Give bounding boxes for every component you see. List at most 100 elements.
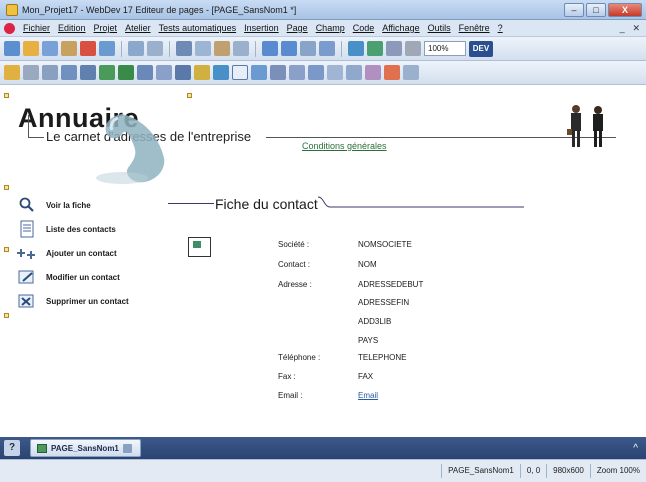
controls-toolbar	[0, 61, 646, 85]
tab-close-icon[interactable]	[122, 443, 132, 453]
close-button[interactable]: X	[608, 2, 642, 17]
selection-handle[interactable]	[4, 247, 9, 252]
static-text-icon[interactable]	[23, 65, 39, 80]
maximize-button[interactable]: □	[586, 2, 606, 17]
run-test-icon[interactable]	[348, 41, 364, 56]
menu-code[interactable]: Code	[349, 23, 379, 33]
collapse-arrow-icon[interactable]: ^	[633, 443, 638, 454]
save-icon[interactable]	[42, 41, 58, 56]
help-button[interactable]: ?	[4, 440, 20, 456]
delete-contact-icon	[16, 292, 38, 310]
document-menu-icon[interactable]	[4, 22, 15, 34]
rating-icon[interactable]	[194, 65, 210, 80]
field-value-telephone[interactable]: TELEPHONE	[358, 353, 406, 362]
copy-icon[interactable]	[195, 41, 211, 56]
special-control-icon[interactable]	[384, 65, 400, 80]
web-go-icon[interactable]	[367, 41, 383, 56]
find-icon[interactable]	[319, 41, 335, 56]
selection-handle[interactable]	[187, 93, 192, 98]
contact-photo-image[interactable]	[188, 237, 211, 257]
menu-champ[interactable]: Champ	[312, 23, 349, 33]
nav-label: Voir la fiche	[46, 200, 91, 210]
input-control-icon[interactable]	[42, 65, 58, 80]
page-editor-canvas[interactable]: Annuaire Le carnet d'adresses de l'entre…	[0, 85, 646, 437]
radio-control-icon[interactable]	[232, 65, 248, 80]
image-map-icon[interactable]	[118, 65, 134, 80]
menu-fichier[interactable]: Fichier	[19, 23, 54, 33]
mdi-minimize-button[interactable]: _	[620, 23, 625, 34]
field-value-add3lib[interactable]: ADD3LIB	[358, 317, 391, 326]
tab-control-icon[interactable]	[327, 65, 343, 80]
mdi-close-button[interactable]: ✕	[631, 23, 640, 34]
redo-icon[interactable]	[281, 41, 297, 56]
field-value-adresse-debut[interactable]: ADRESSEDEBUT	[358, 280, 423, 289]
nav-supprimer-un-contact[interactable]: Supprimer un contact	[16, 291, 156, 311]
checkbox-control-icon[interactable]	[251, 65, 267, 80]
print-icon[interactable]	[128, 41, 144, 56]
menu-insertion[interactable]: Insertion	[240, 23, 283, 33]
webdev-app-icon	[6, 3, 18, 16]
combo-control-icon[interactable]	[156, 65, 172, 80]
menu-projet[interactable]: Projet	[90, 23, 122, 33]
format-painter-icon[interactable]	[233, 41, 249, 56]
selection-handle[interactable]	[4, 93, 9, 98]
page-tab[interactable]: PAGE_SansNom1	[30, 439, 141, 457]
toolbar-separator	[121, 40, 122, 57]
field-label-contact: Contact :	[278, 260, 311, 269]
status-zoom[interactable]: Zoom 100%	[589, 464, 646, 478]
image-control-icon[interactable]	[99, 65, 115, 80]
field-value-societe[interactable]: NOMSOCIETE	[358, 240, 412, 249]
minimize-button[interactable]: –	[564, 2, 584, 17]
field-value-adresse-fin[interactable]: ADRESSEFIN	[358, 298, 409, 307]
new-icon[interactable]	[4, 41, 20, 56]
align-icon[interactable]	[300, 41, 316, 56]
undo-icon[interactable]	[262, 41, 278, 56]
business-people-image	[567, 105, 603, 147]
menu-help[interactable]: ?	[494, 23, 507, 33]
menu-affichage[interactable]: Affichage	[378, 23, 423, 33]
conditions-generales-link[interactable]: Conditions générales	[302, 141, 387, 151]
button-control-icon[interactable]	[61, 65, 77, 80]
selection-handle[interactable]	[4, 313, 9, 318]
paste-icon[interactable]	[214, 41, 230, 56]
grid-icon[interactable]	[386, 41, 402, 56]
field-label-adresse: Adresse :	[278, 280, 312, 289]
print-preview-icon[interactable]	[147, 41, 163, 56]
calendar-icon[interactable]	[175, 65, 191, 80]
cell-control-icon[interactable]	[308, 65, 324, 80]
zoom-select[interactable]: 100%	[424, 41, 466, 56]
section-header-line	[168, 203, 214, 204]
layout-icon[interactable]	[99, 41, 115, 56]
nav-voir-la-fiche[interactable]: Voir la fiche	[16, 195, 156, 215]
image-placeholder-icon	[193, 241, 201, 248]
link-control-icon[interactable]	[137, 65, 153, 80]
field-value-pays[interactable]: PAYS	[358, 336, 378, 345]
menu-control-icon[interactable]	[346, 65, 362, 80]
globe-icon[interactable]	[213, 65, 229, 80]
menu-tests-automatiques[interactable]: Tests automatiques	[155, 23, 241, 33]
table-control-icon[interactable]	[80, 65, 96, 80]
list-control-icon[interactable]	[270, 65, 286, 80]
field-value-email-link[interactable]: Email	[358, 391, 378, 400]
looper-control-icon[interactable]	[289, 65, 305, 80]
menu-page[interactable]: Page	[283, 23, 312, 33]
menu-outils[interactable]: Outils	[424, 23, 455, 33]
nav-ajouter-un-contact[interactable]: Ajouter un contact	[16, 243, 156, 263]
edit-control-icon[interactable]	[4, 65, 20, 80]
menu-atelier[interactable]: Atelier	[121, 23, 155, 33]
nav-modifier-un-contact[interactable]: Modifier un contact	[16, 267, 156, 287]
nav-liste-des-contacts[interactable]: Liste des contacts	[16, 219, 156, 239]
dictionary-icon[interactable]	[405, 41, 421, 56]
cut-icon[interactable]	[176, 41, 192, 56]
field-value-fax[interactable]: FAX	[358, 372, 373, 381]
menu-fenetre[interactable]: Fenêtre	[455, 23, 494, 33]
selection-handle[interactable]	[4, 185, 9, 190]
chart-control-icon[interactable]	[365, 65, 381, 80]
add-contact-icon	[16, 244, 38, 262]
field-value-contact[interactable]: NOM	[358, 260, 377, 269]
project-icon[interactable]	[61, 41, 77, 56]
menu-edition[interactable]: Edition	[54, 23, 90, 33]
open-icon[interactable]	[23, 41, 39, 56]
go-icon[interactable]	[80, 41, 96, 56]
template-icon[interactable]	[403, 65, 419, 80]
